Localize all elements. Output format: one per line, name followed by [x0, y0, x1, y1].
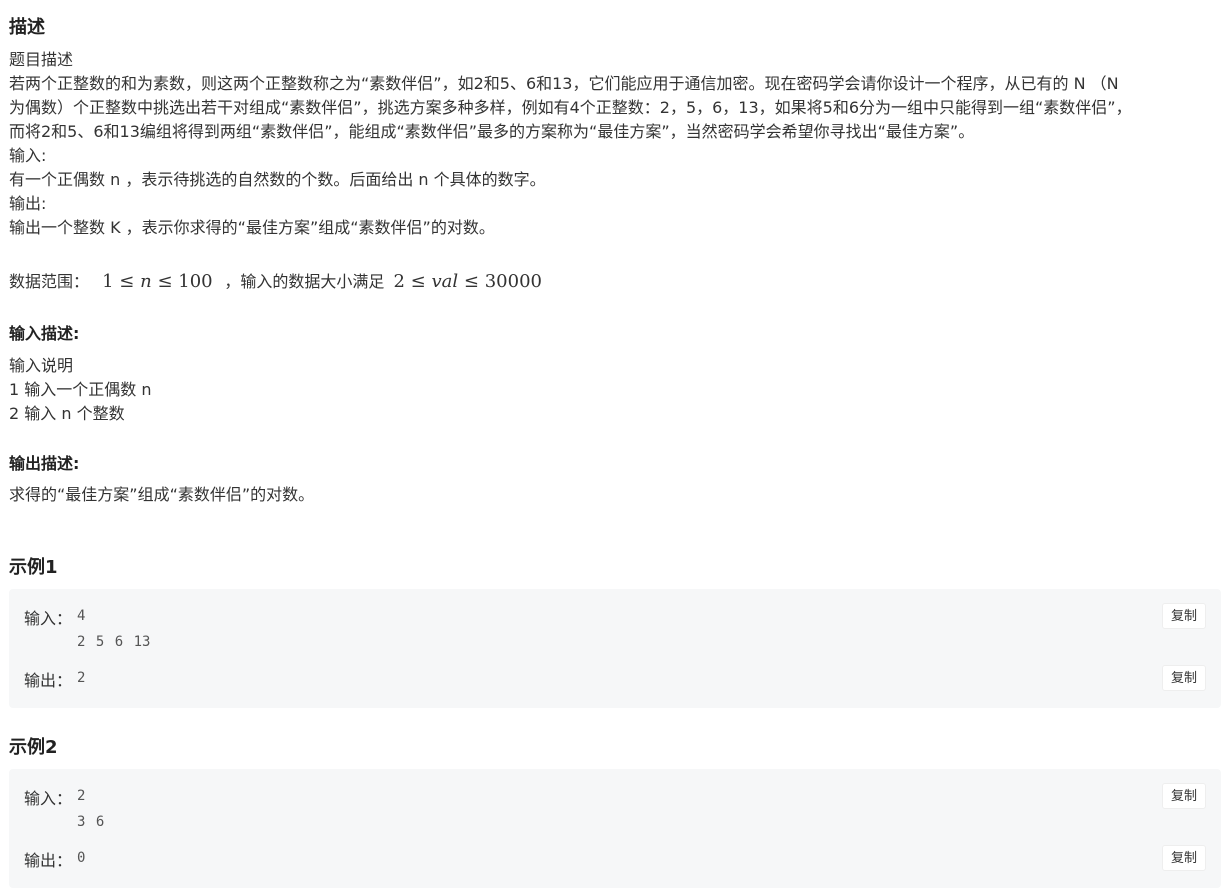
description-body: 题目描述 若两个正整数的和为素数，则这两个正整数称之为“素数伴侣”，如2和5、6…	[9, 48, 1221, 240]
description-line: 若两个正整数的和为素数，则这两个正整数称之为“素数伴侣”，如2和5、6和13，它…	[9, 74, 1119, 93]
output-label: 输出:	[9, 194, 47, 213]
data-range-prefix: 数据范围：	[9, 272, 90, 291]
example-2-input-label: 输入：	[24, 789, 73, 808]
copy-button[interactable]: 复制	[1162, 783, 1206, 809]
input-desc-line: 1 输入一个正偶数 n	[9, 380, 152, 399]
copy-button[interactable]: 复制	[1162, 845, 1206, 871]
range-min: 1	[102, 271, 114, 292]
example-2-output-value: 0	[77, 850, 86, 866]
val-max: 30000	[484, 271, 542, 292]
range-formula-n: 1 ≤ n ≤ 100	[102, 271, 218, 292]
data-range: 数据范围： 1 ≤ n ≤ 100 ，输入的数据大小满足 2 ≤ val ≤ 3…	[9, 270, 542, 294]
description-subtitle: 题目描述	[9, 50, 74, 69]
range-formula-val: 2 ≤ val ≤ 30000	[393, 271, 542, 292]
example-1-output-label: 输出：	[24, 671, 73, 690]
copy-button[interactable]: 复制	[1162, 665, 1206, 691]
val-min: 2	[393, 271, 405, 292]
range-var-n: n	[140, 271, 152, 292]
input-desc-heading: 输入描述:	[9, 324, 80, 343]
example-1-input-label: 输入：	[24, 609, 73, 628]
output-text: 输出一个整数 K ，表示你求得的“最佳方案”组成“素数伴侣”的对数。	[9, 218, 495, 237]
leq-symbol: ≤	[410, 271, 426, 292]
description-line: 为偶数）个正整数中挑选出若干对组成“素数伴侣”，挑选方案多种多样，例如有4个正整…	[9, 98, 1132, 117]
description-heading: 描述	[9, 17, 45, 38]
input-desc-line: 输入说明	[9, 356, 74, 375]
example-1-input-line2: 2 5 6 13	[77, 634, 151, 650]
output-desc-line: 求得的“最佳方案”组成“素数伴侣”的对数。	[9, 485, 315, 504]
data-range-mid: ，输入的数据大小满足	[224, 272, 385, 291]
input-desc-line: 2 输入 n 个整数	[9, 404, 125, 423]
leq-symbol: ≤	[119, 271, 135, 292]
example-1-heading: 示例1	[9, 557, 58, 578]
range-var-val: val	[431, 271, 459, 292]
example-1-output-value: 2	[77, 670, 86, 686]
input-text: 有一个正偶数 n ，表示待挑选的自然数的个数。后面给出 n 个具体的数字。	[9, 170, 546, 189]
example-2-output-label: 输出：	[24, 851, 73, 870]
input-label: 输入:	[9, 146, 47, 165]
leq-symbol: ≤	[463, 271, 479, 292]
copy-button[interactable]: 复制	[1162, 603, 1206, 629]
example-2-box: 输入： 2 3 6 复制 输出： 0 复制	[9, 769, 1221, 888]
leq-symbol: ≤	[157, 271, 173, 292]
range-max: 100	[178, 271, 213, 292]
output-desc-heading: 输出描述:	[9, 454, 80, 473]
example-1-input-line1: 4	[77, 608, 86, 624]
description-line: 而将2和5、6和13编组将得到两组“素数伴侣”，能组成“素数伴侣”最多的方案称为…	[9, 122, 975, 141]
example-2-input-line2: 3 6	[77, 814, 105, 830]
input-desc-body: 输入说明 1 输入一个正偶数 n 2 输入 n 个整数	[9, 354, 152, 426]
example-2-input-line1: 2	[77, 788, 86, 804]
example-1-box: 输入： 4 2 5 6 13 复制 输出： 2 复制	[9, 589, 1221, 708]
example-2-heading: 示例2	[9, 737, 58, 758]
